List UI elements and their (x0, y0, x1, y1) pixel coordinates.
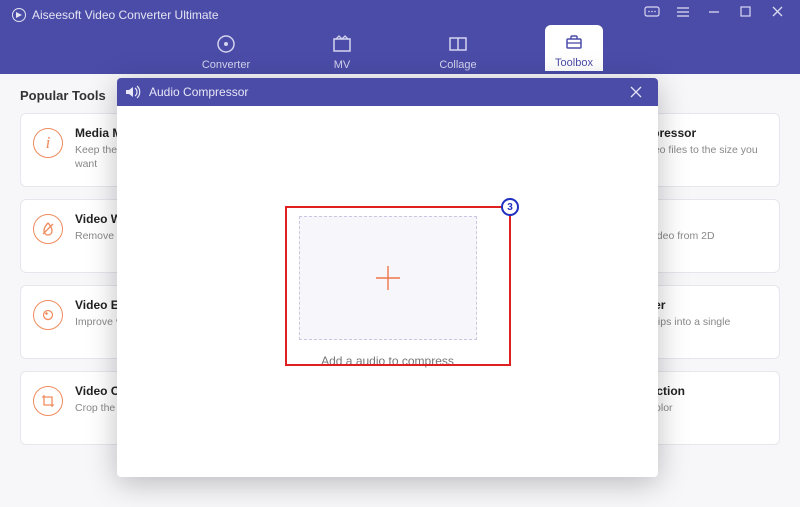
collage-icon (447, 33, 469, 55)
tab-toolbox[interactable]: Toolbox (545, 25, 603, 71)
maximize-button[interactable] (740, 6, 758, 20)
app-logo-icon (12, 8, 26, 22)
mv-icon (331, 33, 353, 55)
feedback-icon[interactable] (644, 6, 662, 20)
window-controls (644, 6, 790, 20)
watermark-icon (33, 214, 63, 244)
tab-collage[interactable]: Collage (429, 33, 487, 71)
modal-close-button[interactable] (630, 86, 650, 98)
dropzone-label: Add a audio to compress (321, 354, 454, 368)
modal-body: Add a audio to compress 3 (117, 106, 658, 477)
tab-label: MV (334, 59, 351, 71)
app-title-text: Aiseesoft Video Converter Ultimate (32, 8, 219, 22)
main-tabs: Converter MV Collage Toolbox (197, 25, 603, 71)
titlebar: Aiseesoft Video Converter Ultimate Conve… (0, 0, 800, 74)
plus-icon (374, 264, 402, 292)
audio-compressor-modal: Audio Compressor Add a audio to compress… (117, 78, 658, 477)
tab-converter[interactable]: Converter (197, 33, 255, 71)
app-title-block: Aiseesoft Video Converter Ultimate (12, 0, 219, 22)
callout-number: 3 (501, 198, 519, 216)
toolbox-icon (563, 31, 585, 53)
modal-header: Audio Compressor (117, 78, 658, 106)
add-audio-dropzone[interactable] (299, 216, 477, 340)
tab-label: Collage (439, 59, 476, 71)
tab-label: Converter (202, 59, 250, 71)
modal-title: Audio Compressor (149, 85, 248, 99)
info-icon: i (33, 128, 63, 158)
crop-icon (33, 386, 63, 416)
menu-icon[interactable] (676, 6, 694, 20)
close-button[interactable] (772, 6, 790, 20)
minimize-button[interactable] (708, 6, 726, 20)
tab-mv[interactable]: MV (313, 33, 371, 71)
converter-icon (215, 33, 237, 55)
tab-label: Toolbox (555, 57, 593, 69)
enhancer-icon (33, 300, 63, 330)
speaker-icon (125, 85, 141, 99)
